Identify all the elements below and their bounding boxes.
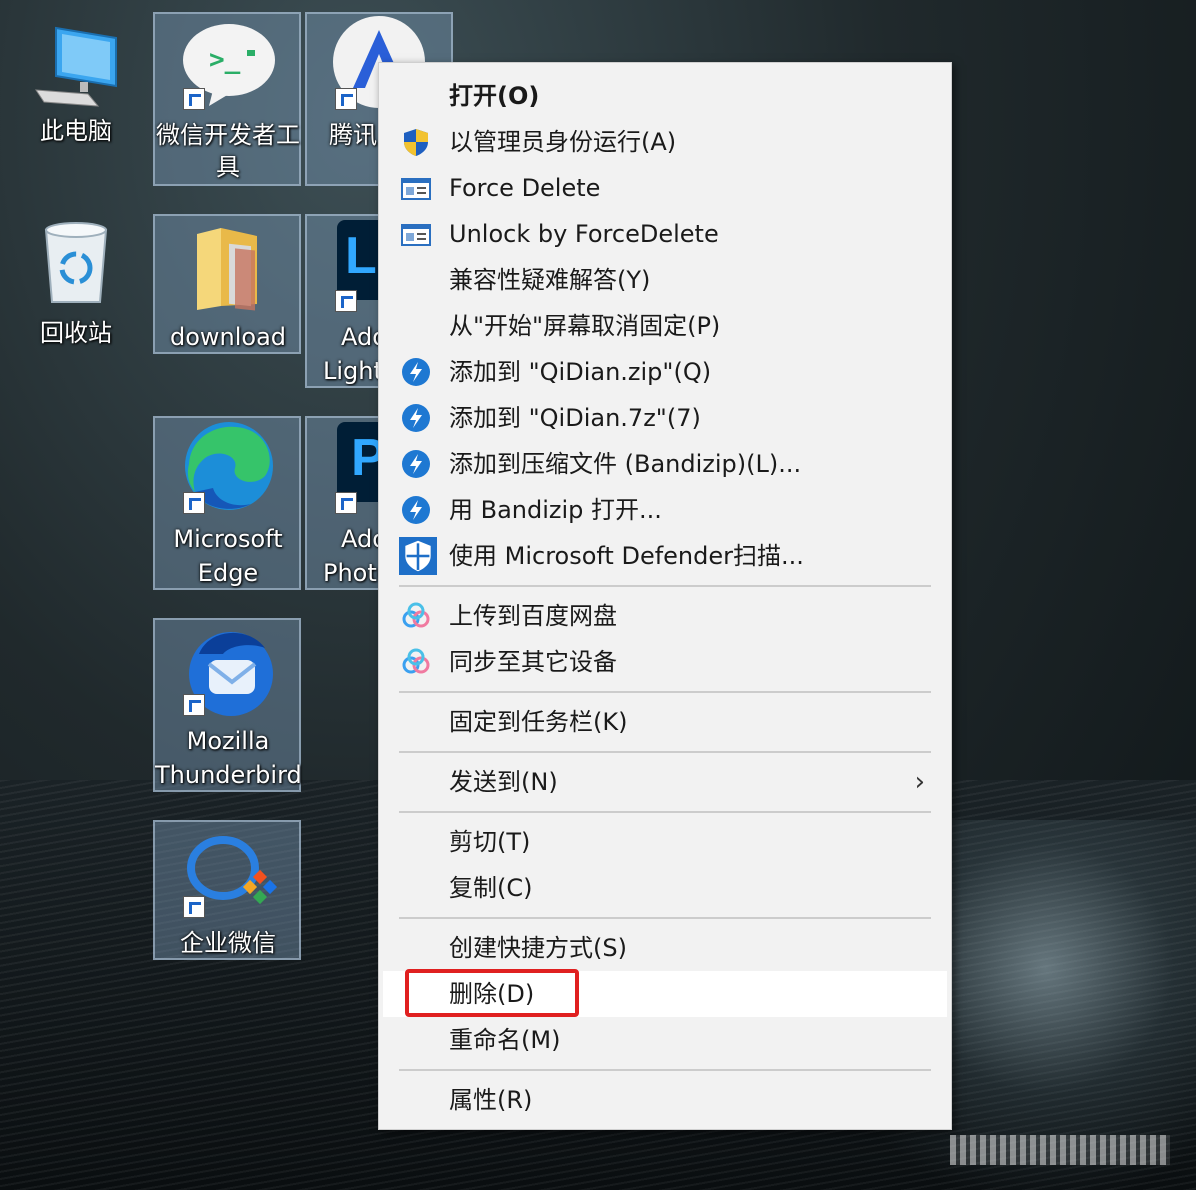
edge-label-line1: Microsoft bbox=[173, 525, 283, 553]
menu-item-pin-taskbar[interactable]: 固定到任务栏(K) bbox=[383, 699, 947, 745]
menu-separator bbox=[399, 691, 931, 693]
menu-item-open-bandizip-label: 用 Bandizip 打开... bbox=[449, 496, 662, 524]
menu-item-send-to-label: 发送到(N) bbox=[449, 768, 558, 796]
menu-item-create-shortcut[interactable]: 创建快捷方式(S) bbox=[383, 925, 947, 971]
menu-item-open-label: 打开(O) bbox=[449, 82, 540, 110]
menu-item-force-delete[interactable]: Force Delete bbox=[383, 165, 947, 211]
shortcut-arrow-icon bbox=[335, 88, 357, 110]
menu-item-add-7z[interactable]: 添加到 "QiDian.7z"(7) bbox=[383, 395, 947, 441]
bandizip-icon bbox=[402, 450, 430, 478]
menu-item-defender-scan-label: 使用 Microsoft Defender扫描... bbox=[449, 542, 804, 570]
computer-icon bbox=[35, 26, 117, 107]
baidu-netdisk-icon bbox=[402, 648, 430, 674]
menu-item-force-delete-label: Force Delete bbox=[449, 174, 601, 202]
menu-item-cut[interactable]: 剪切(T) bbox=[383, 819, 947, 865]
menu-item-copy-label: 复制(C) bbox=[449, 874, 533, 902]
chevron-right-icon: › bbox=[914, 767, 925, 797]
folder-icon bbox=[197, 228, 257, 311]
desktop-icon-edge[interactable]: Microsoft Edge bbox=[153, 416, 301, 590]
shortcut-arrow-icon bbox=[183, 88, 205, 110]
menu-separator bbox=[399, 751, 931, 753]
menu-item-unlock-force-delete[interactable]: Unlock by ForceDelete bbox=[383, 211, 947, 257]
menu-separator bbox=[399, 585, 931, 587]
lightroom-label-line2: Light bbox=[323, 357, 383, 385]
bandizip-icon bbox=[402, 404, 430, 432]
menu-item-compat-troubleshoot-label: 兼容性疑难解答(Y) bbox=[449, 266, 651, 294]
bandizip-icon bbox=[402, 496, 430, 524]
menu-item-upload-baidu-label: 上传到百度网盘 bbox=[449, 602, 617, 630]
uac-shield-icon bbox=[404, 129, 428, 156]
wecom-label: 企业微信 bbox=[180, 929, 276, 957]
menu-item-compat-troubleshoot[interactable]: 兼容性疑难解答(Y) bbox=[383, 257, 947, 303]
menu-item-create-shortcut-label: 创建快捷方式(S) bbox=[449, 934, 627, 962]
wechat-devtools-label-line2: 具 bbox=[216, 153, 240, 181]
desktop-icon-wecom[interactable]: 企业微信 bbox=[153, 820, 301, 960]
window-icon bbox=[401, 178, 431, 200]
menu-item-upload-baidu[interactable]: 上传到百度网盘 bbox=[383, 593, 947, 639]
menu-item-run-as-admin-label: 以管理员身份运行(A) bbox=[449, 128, 677, 156]
desktop-icon-wechat-devtools[interactable]: >_ 微信开发者工 具 bbox=[153, 12, 301, 186]
menu-item-add-7z-label: 添加到 "QiDian.7z"(7) bbox=[449, 404, 701, 432]
menu-item-rename[interactable]: 重命名(M) bbox=[383, 1017, 947, 1063]
menu-separator bbox=[399, 1069, 931, 1071]
menu-item-unpin-start-label: 从"开始"屏幕取消固定(P) bbox=[449, 312, 721, 340]
menu-item-sync-devices[interactable]: 同步至其它设备 bbox=[383, 639, 947, 685]
download-label: download bbox=[169, 323, 287, 351]
menu-item-cut-label: 剪切(T) bbox=[449, 828, 531, 856]
desktop-icon-download-folder[interactable]: download bbox=[153, 214, 301, 354]
menu-item-pin-taskbar-label: 固定到任务栏(K) bbox=[449, 708, 628, 736]
edge-label-line2: Edge bbox=[197, 559, 259, 587]
menu-item-send-to[interactable]: 发送到(N) › bbox=[383, 759, 947, 805]
context-menu: 打开(O) 以管理员身份运行(A) Force Delete Unlock by… bbox=[378, 62, 952, 1130]
menu-item-add-archive-label: 添加到压缩文件 (Bandizip)(L)... bbox=[449, 450, 802, 478]
svg-text:>_: >_ bbox=[209, 45, 241, 75]
bandizip-icon bbox=[402, 358, 430, 386]
menu-separator bbox=[399, 811, 931, 813]
window-icon bbox=[401, 224, 431, 246]
menu-item-unlock-force-delete-label: Unlock by ForceDelete bbox=[449, 220, 719, 248]
watermark-mark bbox=[950, 1135, 1170, 1165]
shortcut-arrow-icon bbox=[183, 492, 205, 514]
delete-highlight-box bbox=[405, 969, 579, 1017]
baidu-netdisk-icon bbox=[402, 602, 430, 628]
menu-item-open-bandizip[interactable]: 用 Bandizip 打开... bbox=[383, 487, 947, 533]
menu-item-open[interactable]: 打开(O) bbox=[383, 73, 947, 119]
menu-separator bbox=[399, 917, 931, 919]
recycle-bin-icon bbox=[44, 222, 108, 303]
shortcut-arrow-icon bbox=[183, 896, 205, 918]
this-pc-label: 此电脑 bbox=[40, 117, 112, 145]
menu-item-rename-label: 重命名(M) bbox=[449, 1026, 561, 1054]
defender-shield-icon bbox=[399, 537, 437, 575]
thunderbird-label-line2: Thunderbird bbox=[155, 761, 302, 789]
menu-item-run-as-admin[interactable]: 以管理员身份运行(A) bbox=[383, 119, 947, 165]
recycle-bin-label: 回收站 bbox=[40, 319, 112, 347]
menu-item-add-zip-label: 添加到 "QiDian.zip"(Q) bbox=[449, 358, 712, 386]
menu-item-properties[interactable]: 属性(R) bbox=[383, 1077, 947, 1123]
shortcut-arrow-icon bbox=[183, 694, 205, 716]
menu-item-sync-devices-label: 同步至其它设备 bbox=[449, 648, 617, 676]
menu-item-add-zip[interactable]: 添加到 "QiDian.zip"(Q) bbox=[383, 349, 947, 395]
wechat-devtools-label-line1: 微信开发者工 bbox=[156, 121, 300, 149]
menu-item-add-archive[interactable]: 添加到压缩文件 (Bandizip)(L)... bbox=[383, 441, 947, 487]
menu-item-properties-label: 属性(R) bbox=[449, 1086, 533, 1114]
tencent-label: 腾讯 bbox=[329, 121, 377, 149]
menu-item-unpin-start[interactable]: 从"开始"屏幕取消固定(P) bbox=[383, 303, 947, 349]
menu-item-defender-scan[interactable]: 使用 Microsoft Defender扫描... bbox=[383, 533, 947, 579]
shortcut-arrow-icon bbox=[335, 492, 357, 514]
menu-item-copy[interactable]: 复制(C) bbox=[383, 865, 947, 911]
shortcut-arrow-icon bbox=[335, 290, 357, 312]
desktop-icon-thunderbird[interactable]: Mozilla Thunderbird bbox=[153, 618, 302, 792]
thunderbird-label-line1: Mozilla bbox=[186, 727, 270, 755]
